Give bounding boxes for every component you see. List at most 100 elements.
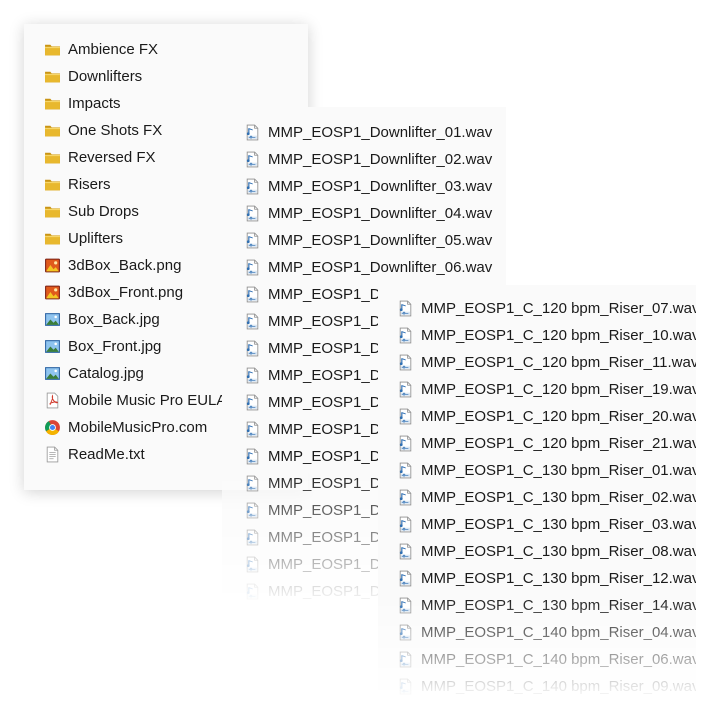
- riser-file-11[interactable]: MMP_EOSP1_C_130 bpm_Riser_12.wav: [378, 565, 696, 592]
- wav-file-icon: [244, 556, 268, 573]
- file-name-label: Catalog.jpg: [68, 365, 144, 382]
- wav-file-icon: [244, 178, 268, 195]
- wav-file-icon: [397, 651, 421, 668]
- wav-file-icon: [397, 516, 421, 533]
- file-name-label: 3dBox_Back.png: [68, 257, 182, 274]
- folder-icon: [44, 203, 68, 220]
- file-name-label: MobileMusicPro.com: [68, 419, 208, 436]
- folder-icon: [44, 95, 68, 112]
- text-file-icon: [44, 446, 68, 463]
- file-name-label: Reversed FX: [68, 149, 156, 166]
- riser-file-4[interactable]: MMP_EOSP1_C_120 bpm_Riser_19.wav: [378, 376, 696, 403]
- risers-file-list: MMP_EOSP1_C_120 bpm_Riser_07.wav MMP_EOSP…: [378, 295, 696, 700]
- png-image-icon: [44, 284, 68, 301]
- riser-file-12[interactable]: MMP_EOSP1_C_130 bpm_Riser_14.wav: [378, 592, 696, 619]
- file-name-label: Downlifters: [68, 68, 143, 85]
- riser-file-14[interactable]: MMP_EOSP1_C_140 bpm_Riser_06.wav: [378, 646, 696, 673]
- wav-file-icon: [397, 678, 421, 695]
- file-name-label: MMP_EOSP1_Downlifter_01.wav: [268, 124, 493, 141]
- file-name-label: MMP_EOSP1_C_130 bpm_Riser_12.wav: [421, 570, 696, 587]
- riser-file-5[interactable]: MMP_EOSP1_C_120 bpm_Riser_20.wav: [378, 403, 696, 430]
- wav-file-icon: [397, 327, 421, 344]
- wav-file-icon: [397, 489, 421, 506]
- riser-file-1[interactable]: MMP_EOSP1_C_120 bpm_Riser_07.wav: [378, 295, 696, 322]
- risers-folder-panel: MMP_EOSP1_C_120 bpm_Riser_07.wav MMP_EOSP…: [378, 285, 696, 720]
- wav-file-icon: [397, 570, 421, 587]
- wav-file-icon: [244, 475, 268, 492]
- wav-file-icon: [397, 435, 421, 452]
- riser-file-6[interactable]: MMP_EOSP1_C_120 bpm_Riser_21.wav: [378, 430, 696, 457]
- chrome-shortcut-icon: [44, 419, 68, 436]
- riser-file-2[interactable]: MMP_EOSP1_C_120 bpm_Riser_10.wav: [378, 322, 696, 349]
- jpg-image-icon: [44, 311, 68, 328]
- file-name-label: MMP_EOSP1_C_130 bpm_Riser_03.wav: [421, 516, 696, 533]
- file-name-label: Ambience FX: [68, 41, 159, 58]
- wav-file-icon: [397, 597, 421, 614]
- wav-file-icon: [244, 313, 268, 330]
- wav-file-icon: [244, 340, 268, 357]
- riser-file-9[interactable]: MMP_EOSP1_C_130 bpm_Riser_03.wav: [378, 511, 696, 538]
- file-name-label: MMP_EOSP1_C_140 bpm_Riser_09.wav: [421, 678, 696, 695]
- file-name-label: Impacts: [68, 95, 121, 112]
- file-name-label: MMP_EOSP1_C_120 bpm_Riser_07.wav: [421, 300, 696, 317]
- folder-icon: [44, 122, 68, 139]
- downlifter-file-6[interactable]: MMP_EOSP1_Downlifter_06.wav: [222, 254, 506, 281]
- folder-icon: [44, 176, 68, 193]
- downlifter-file-2[interactable]: MMP_EOSP1_Downlifter_02.wav: [222, 146, 506, 173]
- wav-file-icon: [244, 205, 268, 222]
- root-item-2[interactable]: Downlifters: [24, 63, 308, 90]
- wav-file-icon: [244, 151, 268, 168]
- file-name-label: Risers: [68, 176, 111, 193]
- jpg-image-icon: [44, 365, 68, 382]
- downlifter-file-4[interactable]: MMP_EOSP1_Downlifter_04.wav: [222, 200, 506, 227]
- wav-file-icon: [397, 462, 421, 479]
- file-name-label: MMP_EOSP1_C_120 bpm_Riser_20.wav: [421, 408, 696, 425]
- file-name-label: MMP_EOSP1_Downlifter_02.wav: [268, 151, 493, 168]
- file-name-label: MMP_EOSP1_C_140 bpm_Riser_06.wav: [421, 651, 696, 668]
- file-name-label: Sub Drops: [68, 203, 139, 220]
- wav-file-icon: [244, 394, 268, 411]
- wav-file-icon: [244, 232, 268, 249]
- wav-file-icon: [397, 300, 421, 317]
- wav-file-icon: [397, 624, 421, 641]
- wav-file-icon: [244, 259, 268, 276]
- riser-file-7[interactable]: MMP_EOSP1_C_130 bpm_Riser_01.wav: [378, 457, 696, 484]
- wav-file-icon: [244, 583, 268, 600]
- root-item-1[interactable]: Ambience FX: [24, 36, 308, 63]
- file-name-label: One Shots FX: [68, 122, 163, 139]
- pdf-icon: [44, 392, 68, 409]
- folder-icon: [44, 149, 68, 166]
- wav-file-icon: [397, 381, 421, 398]
- png-image-icon: [44, 257, 68, 274]
- file-name-label: Box_Back.jpg: [68, 311, 160, 328]
- file-name-label: Uplifters: [68, 230, 124, 247]
- file-name-label: MMP_EOSP1_Downlifter_06.wav: [268, 259, 493, 276]
- file-name-label: MMP_EOSP1_C_120 bpm_Riser_11.wav: [421, 354, 696, 371]
- file-name-label: ReadMe.txt: [68, 446, 145, 463]
- file-name-label: MMP_EOSP1_C_130 bpm_Riser_01.wav: [421, 462, 696, 479]
- downlifter-file-3[interactable]: MMP_EOSP1_Downlifter_03.wav: [222, 173, 506, 200]
- jpg-image-icon: [44, 338, 68, 355]
- wav-file-icon: [397, 408, 421, 425]
- folder-icon: [44, 41, 68, 58]
- file-name-label: MMP_EOSP1_C_120 bpm_Riser_19.wav: [421, 381, 696, 398]
- wav-file-icon: [244, 529, 268, 546]
- file-name-label: MMP_EOSP1_C_130 bpm_Riser_02.wav: [421, 489, 696, 506]
- file-name-label: Box_Front.jpg: [68, 338, 162, 355]
- file-name-label: MMP_EOSP1_C_130 bpm_Riser_08.wav: [421, 543, 696, 560]
- riser-file-13[interactable]: MMP_EOSP1_C_140 bpm_Riser_04.wav: [378, 619, 696, 646]
- file-name-label: MMP_EOSP1_Downlifter_04.wav: [268, 205, 493, 222]
- riser-file-8[interactable]: MMP_EOSP1_C_130 bpm_Riser_02.wav: [378, 484, 696, 511]
- riser-file-15[interactable]: MMP_EOSP1_C_140 bpm_Riser_09.wav: [378, 673, 696, 700]
- folder-icon: [44, 68, 68, 85]
- riser-file-3[interactable]: MMP_EOSP1_C_120 bpm_Riser_11.wav: [378, 349, 696, 376]
- downlifter-file-1[interactable]: MMP_EOSP1_Downlifter_01.wav: [222, 119, 506, 146]
- file-name-label: MMP_EOSP1_C_130 bpm_Riser_14.wav: [421, 597, 696, 614]
- file-name-label: 3dBox_Front.png: [68, 284, 184, 301]
- file-name-label: MMP_EOSP1_Downlifter_05.wav: [268, 232, 493, 249]
- downlifter-file-5[interactable]: MMP_EOSP1_Downlifter_05.wav: [222, 227, 506, 254]
- wav-file-icon: [244, 367, 268, 384]
- riser-file-10[interactable]: MMP_EOSP1_C_130 bpm_Riser_08.wav: [378, 538, 696, 565]
- wav-file-icon: [244, 448, 268, 465]
- file-name-label: MMP_EOSP1_C_140 bpm_Riser_04.wav: [421, 624, 696, 641]
